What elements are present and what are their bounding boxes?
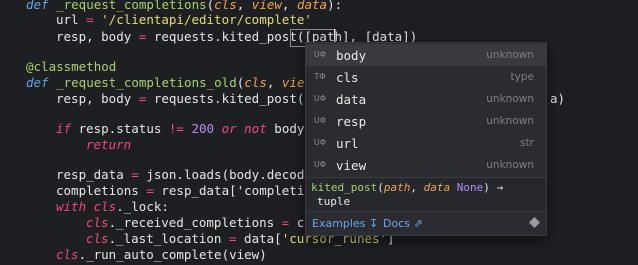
kite-symbol-icon: UΦ	[313, 50, 327, 59]
kite-symbol-icon: UΦ	[313, 94, 327, 103]
kite-symbol-icon: UΦ	[313, 116, 327, 125]
signature-panel: kited_post(path, data None) → tuple	[306, 177, 546, 212]
completion-item[interactable]: UΦ url str	[306, 132, 546, 154]
signature-line: kited_post(path, data None) →	[311, 181, 503, 194]
kite-type-icon: TΦ	[314, 72, 326, 81]
completion-type: unknown	[486, 159, 534, 171]
keyword: if	[56, 121, 72, 136]
code-text: resp, body	[56, 29, 139, 44]
completion-item[interactable]: UΦ data unknown	[306, 88, 546, 110]
completion-name: url	[336, 135, 359, 151]
class-ref: cls	[56, 247, 79, 262]
docs-link[interactable]: Docs ⇗	[383, 217, 423, 230]
completion-name: cls	[336, 69, 359, 85]
kite-logo-icon	[529, 217, 540, 228]
kite-symbol-icon: UΦ	[313, 138, 327, 147]
examples-link[interactable]: Examples ↧	[312, 217, 378, 230]
signature-default: None	[450, 181, 484, 194]
punctuation: ) →	[483, 181, 504, 194]
keyword: return	[86, 137, 132, 152]
completion-name: resp	[336, 113, 367, 129]
signature-param: data	[423, 181, 451, 194]
popup-footer: Examples ↧ Docs ⇗	[306, 211, 546, 235]
punctuation: ):	[327, 0, 343, 12]
keyword: def	[26, 0, 49, 12]
operator: =	[86, 12, 94, 27]
punctuation: (	[377, 181, 384, 194]
code-text: requests.kited_post('/	[146, 91, 320, 106]
code-line-tail: a)	[550, 88, 565, 110]
completion-name: body	[336, 47, 367, 63]
completion-type: type	[510, 71, 534, 83]
signature-param: path	[383, 181, 411, 194]
completion-item[interactable]: TΦ cls type	[306, 66, 546, 88]
number: 200	[183, 121, 222, 136]
autocomplete-popup: UΦ body unknown TΦ cls type UΦ data unkn…	[305, 42, 547, 236]
punctuation: ,	[410, 181, 424, 194]
completion-item[interactable]: UΦ resp unknown	[306, 110, 546, 132]
completion-type: str	[520, 137, 534, 149]
keyword: with	[56, 199, 87, 214]
operator: !=	[168, 121, 184, 136]
completion-item[interactable]: UΦ body unknown	[306, 44, 546, 66]
code-text: requests.kited_post(	[146, 29, 305, 44]
kite-symbol-icon: UΦ	[313, 160, 327, 169]
code-text: resp, body	[56, 91, 139, 106]
code-text: a)	[550, 91, 566, 106]
code-line: resp, body = requests.kited_post('/	[56, 88, 319, 110]
completion-name: data	[336, 91, 367, 107]
code-text: url	[56, 12, 87, 27]
keyword: or not	[221, 121, 267, 136]
keyword: def	[26, 75, 49, 90]
completion-type: unknown	[486, 49, 534, 61]
completion-item[interactable]: UΦ view unknown	[306, 154, 546, 176]
completion-name: view	[336, 157, 367, 173]
code-line: cls._run_auto_complete(view)	[56, 244, 267, 265]
completion-type: unknown	[486, 115, 534, 127]
code-line: return	[86, 134, 131, 156]
code-text: resp_data['completion	[153, 183, 320, 198]
signature-return: tuple	[317, 195, 351, 208]
signature-function: kited_post	[311, 181, 378, 194]
string: '/clientapi/editor/complete'	[101, 12, 312, 27]
completion-type: unknown	[486, 93, 534, 105]
code-text: ._run_auto_complete(view)	[78, 247, 267, 262]
code-editor[interactable]: def _request_completions(cls, view, data…	[0, 0, 638, 265]
